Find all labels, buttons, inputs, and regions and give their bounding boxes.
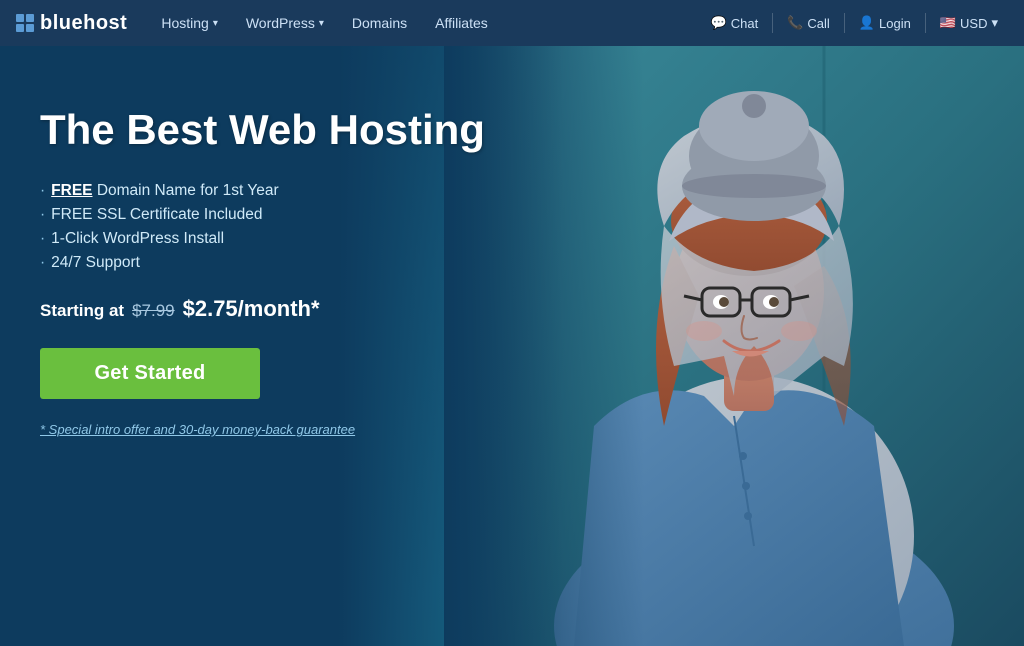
bullet-icon: · xyxy=(40,206,45,224)
feature-item-support: · 24/7 Support xyxy=(40,254,485,272)
feature-item-wordpress: · 1-Click WordPress Install xyxy=(40,230,485,248)
old-price: $7.99 xyxy=(132,301,175,321)
login-button[interactable]: 👤 Login xyxy=(849,0,921,46)
get-started-button[interactable]: Get Started xyxy=(40,348,260,399)
hero-heading: The Best Web Hosting xyxy=(40,106,485,154)
special-offer-link[interactable]: * Special intro offer and 30-day money-b… xyxy=(40,422,355,437)
call-button[interactable]: 📞 Call xyxy=(777,0,840,46)
currency-selector[interactable]: 🇺🇸 USD ▾ xyxy=(930,0,1008,46)
chevron-down-icon: ▾ xyxy=(991,15,998,31)
feature-item-ssl: · FREE SSL Certificate Included xyxy=(40,206,485,224)
user-icon: 👤 xyxy=(859,15,875,31)
logo-area[interactable]: bluehost xyxy=(16,12,127,35)
nav-right: 💬 Chat 📞 Call 👤 Login 🇺🇸 USD ▾ xyxy=(701,0,1008,46)
logo-grid-icon xyxy=(16,14,34,32)
pricing-label: Starting at xyxy=(40,301,124,321)
nav-item-wordpress[interactable]: WordPress ▾ xyxy=(232,0,338,46)
chat-button[interactable]: 💬 Chat xyxy=(701,0,769,46)
bullet-icon: · xyxy=(40,230,45,248)
hero-section: The Best Web Hosting · FREE Domain Name … xyxy=(0,46,1024,646)
bullet-icon: · xyxy=(40,182,45,200)
bullet-icon: · xyxy=(40,254,45,272)
navbar: bluehost Hosting ▾ WordPress ▾ Domains A… xyxy=(0,0,1024,46)
feature-list: · FREE Domain Name for 1st Year · FREE S… xyxy=(40,182,485,272)
new-price: $2.75/month* xyxy=(183,296,320,322)
nav-divider xyxy=(844,13,845,33)
pricing-area: Starting at $7.99 $2.75/month* xyxy=(40,296,485,322)
feature-item-domain: · FREE Domain Name for 1st Year xyxy=(40,182,485,200)
nav-divider xyxy=(772,13,773,33)
phone-icon: 📞 xyxy=(787,15,803,31)
flag-icon: 🇺🇸 xyxy=(940,15,956,31)
nav-item-affiliates[interactable]: Affiliates xyxy=(421,0,502,46)
nav-item-hosting[interactable]: Hosting ▾ xyxy=(147,0,232,46)
chevron-down-icon: ▾ xyxy=(319,18,324,29)
hero-content: The Best Web Hosting · FREE Domain Name … xyxy=(40,106,485,439)
chat-icon: 💬 xyxy=(711,15,727,31)
free-highlight: FREE xyxy=(51,182,92,199)
nav-divider xyxy=(925,13,926,33)
nav-links: Hosting ▾ WordPress ▾ Domains Affiliates xyxy=(147,0,700,46)
nav-item-domains[interactable]: Domains xyxy=(338,0,421,46)
chevron-down-icon: ▾ xyxy=(213,18,218,29)
logo-text: bluehost xyxy=(40,12,127,35)
